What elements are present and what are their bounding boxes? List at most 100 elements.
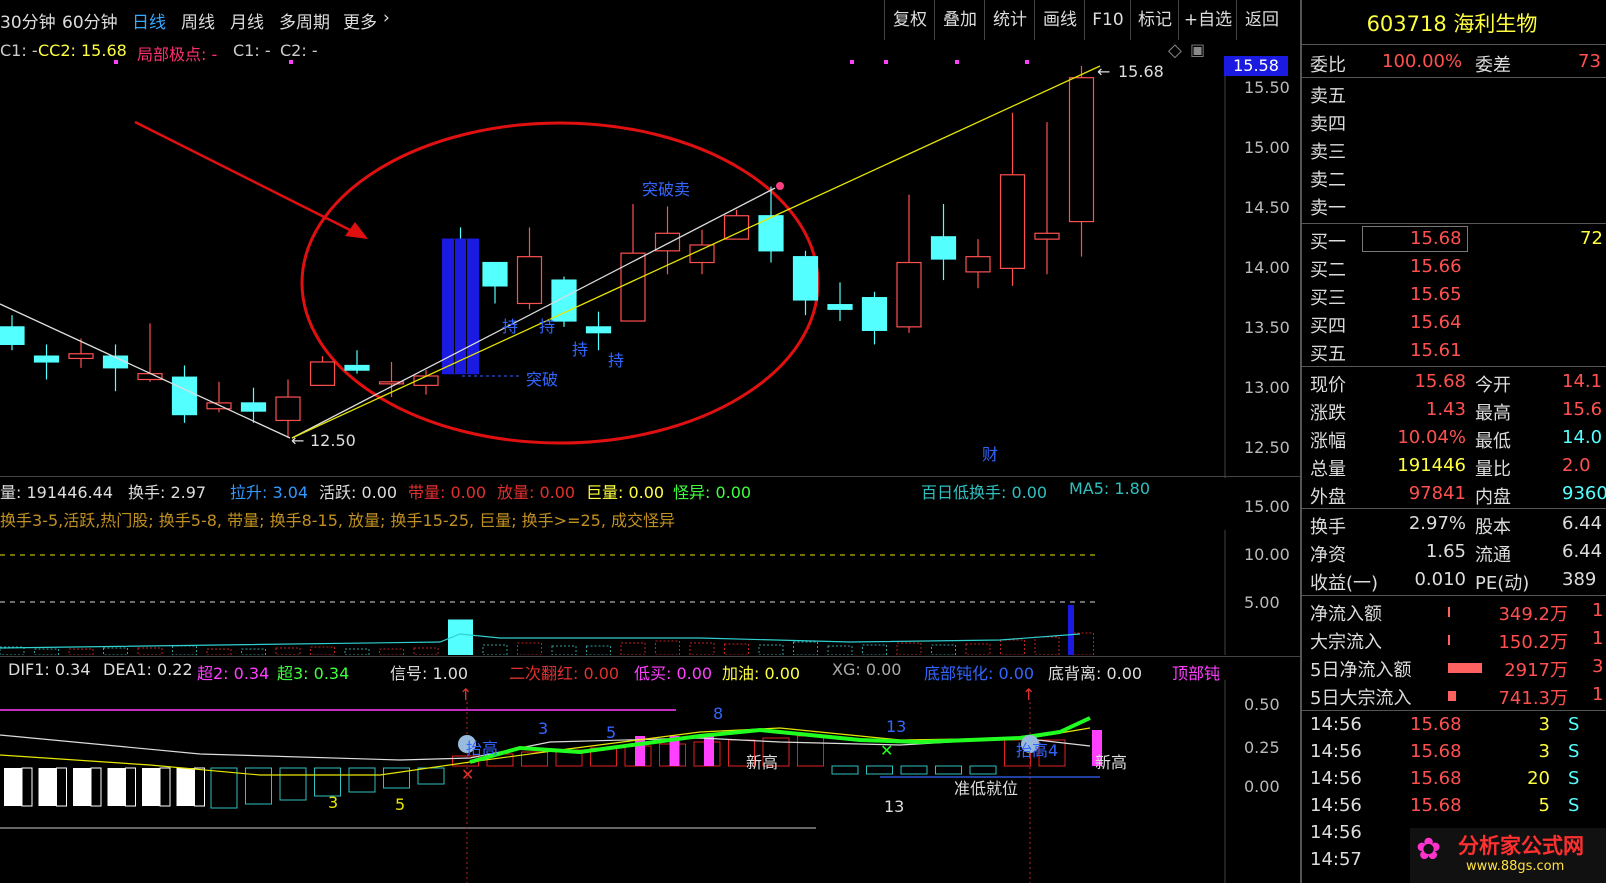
fundamental-label: 净资	[1310, 545, 1346, 566]
diamond-icon[interactable]: ◇	[1168, 40, 1182, 61]
yellow-trend-line	[291, 65, 1101, 439]
flow-extra: 1	[1592, 628, 1604, 649]
macd-bar	[314, 767, 341, 797]
stat-label: 涨跌	[1310, 403, 1346, 424]
volume-chart[interactable]	[0, 530, 1240, 655]
ma5-line	[0, 633, 1081, 649]
flow-value: 2917万	[1504, 660, 1568, 681]
back-button[interactable]: 返回	[1236, 0, 1287, 40]
bid-row[interactable]: 买二 15.66	[1310, 254, 1606, 282]
stat-label: 最高	[1475, 403, 1511, 424]
tick-row[interactable]: 14:56 15.68 5 S	[1310, 793, 1606, 821]
stat-label: 总量	[1310, 459, 1346, 480]
period-multi[interactable]: 多周期	[279, 8, 330, 33]
active-readout: 活跃: 0.00	[319, 483, 398, 502]
chevron-right-icon: ›	[383, 8, 390, 28]
tick-row[interactable]: 14:56 15.68 3 S	[1310, 712, 1606, 740]
period-weekly[interactable]: 周线	[181, 8, 215, 33]
stat-value: 15.6	[1562, 399, 1603, 420]
axis-tick: 10.00	[1244, 545, 1290, 564]
period-60min[interactable]: 60分钟	[62, 8, 118, 33]
volume-bar	[68, 648, 94, 655]
candle-body	[896, 261, 922, 328]
bid-volume: 72	[1580, 228, 1603, 249]
flow-value: 349.2万	[1498, 604, 1568, 625]
stock-name: 海利生物	[1453, 12, 1538, 36]
low-price-label: 12.50	[310, 431, 356, 450]
high-price-label: 15.68	[1118, 62, 1164, 81]
period-daily[interactable]: 日线	[132, 8, 166, 33]
candle-body	[620, 252, 646, 322]
dif-line	[0, 734, 1091, 761]
ask-row[interactable]: 卖四	[1310, 108, 1606, 136]
stat-row: 总量 191446 量比 2.0	[1310, 453, 1606, 481]
macd-bar	[210, 767, 238, 809]
ask-row[interactable]: 卖一	[1310, 192, 1606, 220]
breakout-sell-label: 突破卖	[642, 180, 690, 199]
candle-body	[792, 256, 819, 301]
macd-annotation: 3	[328, 793, 338, 812]
flow-value: 741.3万	[1498, 688, 1568, 709]
mark-button[interactable]: 标记	[1130, 0, 1179, 40]
bid-price: 15.61	[1410, 340, 1462, 361]
stat-label: 外盘	[1310, 487, 1346, 508]
divider	[1302, 366, 1606, 367]
tick-time: 14:56	[1310, 768, 1362, 789]
axis-tick: 13.00	[1244, 378, 1290, 397]
bid-row[interactable]: 买三 15.65	[1310, 282, 1606, 310]
stat-value: 1.43	[1425, 399, 1466, 420]
stat-row: 涨跌 1.43 最高 15.6	[1310, 397, 1606, 425]
top-toolbar: 30分钟 60分钟 日线 周线 月线 多周期 更多 › 复权 叠加 统计 画线 …	[0, 0, 1300, 40]
macd-bar	[417, 767, 445, 785]
bid-row[interactable]: 买四 15.64	[1310, 310, 1606, 338]
macd-bar	[245, 767, 272, 805]
statistics-button[interactable]: 统计	[984, 0, 1035, 40]
tick-row[interactable]: 14:56 15.68 20 S	[1310, 766, 1606, 794]
volume-bar	[103, 647, 128, 655]
macd-bar	[797, 735, 824, 767]
bid-price: 15.64	[1410, 312, 1462, 333]
ask-row[interactable]: 卖二	[1310, 164, 1606, 192]
macd-bar	[969, 765, 997, 775]
signal-dot	[850, 60, 854, 64]
divider	[1302, 508, 1606, 509]
f10-button[interactable]: F10	[1084, 0, 1131, 40]
macd-bar	[107, 768, 126, 806]
bid-row[interactable]: 买五 15.61	[1310, 338, 1606, 366]
stat-label: 现价	[1310, 375, 1346, 396]
volume-bar	[862, 644, 887, 655]
stock-header: 603718 海利生物	[1302, 8, 1602, 38]
macd-bar	[194, 767, 205, 807]
fuquan-button[interactable]: 复权	[884, 0, 935, 40]
period-monthly[interactable]: 月线	[230, 8, 264, 33]
ask-label: 卖三	[1310, 142, 1346, 163]
add-watchlist-button[interactable]: +自选	[1178, 0, 1237, 40]
tick-row[interactable]: 14:56 15.68 3 S	[1310, 739, 1606, 767]
volume-bar	[1034, 636, 1060, 655]
flow-row: 净流入额 349.2万 1	[1310, 598, 1606, 626]
draw-line-button[interactable]: 画线	[1034, 0, 1085, 40]
volume-bar	[172, 645, 197, 655]
volume-bar	[275, 647, 301, 655]
candlestick-chart[interactable]: 15.68 ← 12.50 ← 突破卖 突破 持 持 持 持 财	[0, 60, 1240, 478]
ask-label: 卖一	[1310, 198, 1346, 219]
candle-body	[33, 355, 60, 363]
macd-annotation: 8	[713, 704, 723, 723]
fundamental-label: 流通	[1475, 545, 1511, 566]
tick-side: S	[1568, 714, 1580, 735]
period-more[interactable]: 更多	[343, 8, 377, 33]
macd-chart[interactable]: ↑ ↑ ✕ ✕ 抬高 3 5 8 新高 13 抬高4 新高 3 5 13 准低就…	[0, 680, 1240, 883]
volume-bar	[413, 647, 439, 655]
overlay-button[interactable]: 叠加	[934, 0, 985, 40]
hold-label: 持	[608, 351, 624, 370]
panel-toggle-icon[interactable]: ▣	[1190, 40, 1205, 59]
period-30min[interactable]: 30分钟	[0, 8, 56, 33]
volume-bar	[344, 648, 370, 655]
candle-body	[930, 236, 957, 260]
ask-row[interactable]: 卖三	[1310, 136, 1606, 164]
bid-price: 15.65	[1410, 284, 1462, 305]
cc2-readout: CC2: 15.68	[38, 41, 127, 60]
stat-label: 量比	[1475, 459, 1511, 480]
ask-row[interactable]: 卖五	[1310, 80, 1606, 108]
stat-row: 外盘 97841 内盘 9360	[1310, 481, 1606, 509]
